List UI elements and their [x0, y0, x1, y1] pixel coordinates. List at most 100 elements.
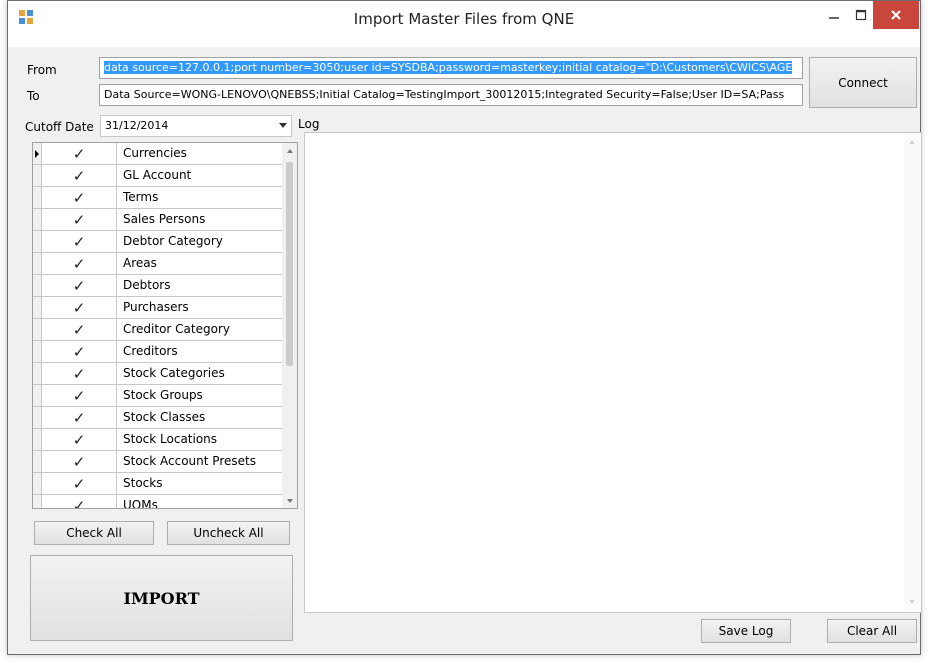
- row-checkbox[interactable]: ✓: [42, 495, 117, 508]
- table-row[interactable]: ✓ Sales Persons: [33, 209, 283, 231]
- scroll-up-icon[interactable]: [286, 148, 294, 154]
- row-file-name[interactable]: Stock Locations: [117, 429, 283, 451]
- log-scrollbar[interactable]: [904, 133, 921, 612]
- row-checkbox[interactable]: ✓: [42, 363, 117, 385]
- table-row[interactable]: ✓ Stock Groups: [33, 385, 283, 407]
- row-header[interactable]: [33, 451, 42, 473]
- uncheck-all-button[interactable]: Uncheck All: [167, 521, 290, 545]
- row-file-name[interactable]: Areas: [117, 253, 283, 275]
- file-list-grid: ✓ Currencies ✓ GL Account ✓ Terms ✓ Sales Perso…: [32, 142, 298, 509]
- table-row[interactable]: ✓ Terms: [33, 187, 283, 209]
- row-checkbox[interactable]: ✓: [42, 165, 117, 187]
- row-checkbox[interactable]: ✓: [42, 407, 117, 429]
- row-header[interactable]: [33, 187, 42, 209]
- cutoff-date-value: 31/12/2014: [105, 119, 169, 132]
- row-file-name[interactable]: Stock Classes: [117, 407, 283, 429]
- grid-scrollbar[interactable]: [282, 143, 297, 508]
- table-row[interactable]: ✓ Areas: [33, 253, 283, 275]
- row-file-name[interactable]: UOMs: [117, 495, 283, 508]
- row-header[interactable]: [33, 231, 42, 253]
- row-header[interactable]: [33, 253, 42, 275]
- table-row[interactable]: ✓ Stock Categories: [33, 363, 283, 385]
- row-checkbox[interactable]: ✓: [42, 209, 117, 231]
- maximize-button[interactable]: [848, 1, 874, 29]
- title-bar: Import Master Files from QNE: [8, 1, 920, 47]
- table-row[interactable]: ✓ GL Account: [33, 165, 283, 187]
- row-checkbox[interactable]: ✓: [42, 385, 117, 407]
- from-label: From: [27, 63, 57, 77]
- row-file-name[interactable]: Currencies: [117, 143, 283, 165]
- row-checkbox[interactable]: ✓: [42, 231, 117, 253]
- row-checkbox[interactable]: ✓: [42, 319, 117, 341]
- table-row[interactable]: ✓ Stocks: [33, 473, 283, 495]
- row-file-name[interactable]: Sales Persons: [117, 209, 283, 231]
- scroll-down-icon[interactable]: [908, 599, 916, 605]
- chevron-down-icon[interactable]: [279, 123, 287, 129]
- table-row[interactable]: ✓ Currencies: [33, 143, 283, 165]
- scroll-up-icon[interactable]: [908, 139, 916, 145]
- table-row[interactable]: ✓ Purchasers: [33, 297, 283, 319]
- row-header[interactable]: [33, 495, 42, 508]
- row-checkbox[interactable]: ✓: [42, 187, 117, 209]
- grid-scroll-thumb[interactable]: [286, 162, 293, 366]
- scroll-down-icon[interactable]: [286, 498, 294, 504]
- save-log-button[interactable]: Save Log: [701, 619, 791, 643]
- row-header[interactable]: [33, 275, 42, 297]
- import-window: Import Master Files from QNE From To dat…: [7, 0, 922, 655]
- row-checkbox[interactable]: ✓: [42, 341, 117, 363]
- to-connection-input[interactable]: Data Source=WONG-LENOVO\QNEBSS;Initial C…: [99, 84, 803, 106]
- from-connection-input[interactable]: data source=127.0.0.1;port number=3050;u…: [99, 57, 803, 79]
- row-file-name[interactable]: Stock Groups: [117, 385, 283, 407]
- row-file-name[interactable]: Stocks: [117, 473, 283, 495]
- row-file-name[interactable]: Purchasers: [117, 297, 283, 319]
- table-row[interactable]: ✓ Stock Classes: [33, 407, 283, 429]
- row-header[interactable]: [33, 385, 42, 407]
- close-icon: [891, 10, 901, 20]
- row-checkbox[interactable]: ✓: [42, 473, 117, 495]
- row-header[interactable]: [33, 341, 42, 363]
- connect-button[interactable]: Connect: [809, 57, 917, 108]
- check-all-button[interactable]: Check All: [34, 521, 154, 545]
- close-button[interactable]: [873, 1, 919, 29]
- row-checkbox[interactable]: ✓: [42, 451, 117, 473]
- row-header[interactable]: [33, 143, 42, 165]
- row-pointer-icon: [35, 150, 39, 158]
- row-file-name[interactable]: Debtor Category: [117, 231, 283, 253]
- row-file-name[interactable]: Terms: [117, 187, 283, 209]
- row-file-name[interactable]: Stock Account Presets: [117, 451, 283, 473]
- cutoff-date-picker[interactable]: 31/12/2014: [100, 115, 292, 137]
- row-checkbox[interactable]: ✓: [42, 297, 117, 319]
- row-file-name[interactable]: Stock Categories: [117, 363, 283, 385]
- row-file-name[interactable]: GL Account: [117, 165, 283, 187]
- from-connection-value: data source=127.0.0.1;port number=3050;u…: [104, 61, 793, 74]
- row-header[interactable]: [33, 209, 42, 231]
- maximize-icon: [855, 9, 867, 21]
- log-textarea[interactable]: [304, 132, 922, 613]
- table-row[interactable]: ✓ UOMs: [33, 495, 283, 508]
- row-header[interactable]: [33, 165, 42, 187]
- row-file-name[interactable]: Debtors: [117, 275, 283, 297]
- row-file-name[interactable]: Creditors: [117, 341, 283, 363]
- row-checkbox[interactable]: ✓: [42, 253, 117, 275]
- row-header[interactable]: [33, 363, 42, 385]
- row-file-name[interactable]: Creditor Category: [117, 319, 283, 341]
- row-header[interactable]: [33, 319, 42, 341]
- row-checkbox[interactable]: ✓: [42, 143, 117, 165]
- row-header[interactable]: [33, 473, 42, 495]
- table-row[interactable]: ✓ Debtor Category: [33, 231, 283, 253]
- row-header[interactable]: [33, 407, 42, 429]
- row-header[interactable]: [33, 429, 42, 451]
- minimize-icon: [829, 17, 839, 19]
- row-checkbox[interactable]: ✓: [42, 429, 117, 451]
- table-row[interactable]: ✓ Stock Account Presets: [33, 451, 283, 473]
- table-row[interactable]: ✓ Creditor Category: [33, 319, 283, 341]
- minimize-button[interactable]: [820, 1, 848, 29]
- row-checkbox[interactable]: ✓: [42, 275, 117, 297]
- table-row[interactable]: ✓ Creditors: [33, 341, 283, 363]
- row-header[interactable]: [33, 297, 42, 319]
- table-row[interactable]: ✓ Stock Locations: [33, 429, 283, 451]
- import-button[interactable]: IMPORT: [30, 555, 293, 641]
- to-label: To: [27, 89, 40, 103]
- clear-all-button[interactable]: Clear All: [827, 619, 917, 643]
- table-row[interactable]: ✓ Debtors: [33, 275, 283, 297]
